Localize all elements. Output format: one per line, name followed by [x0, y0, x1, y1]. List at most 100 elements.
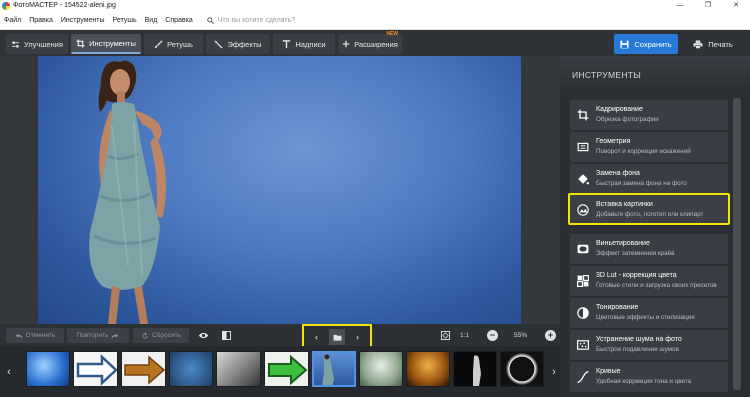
arrow-clipart [76, 354, 117, 386]
zoom-in-button[interactable]: + [545, 330, 556, 341]
tool-description: Быстрая замена фона на фото [596, 180, 687, 187]
preview-toggle-button[interactable] [196, 328, 211, 343]
redo-label: Повторить [76, 332, 109, 339]
thumbnail[interactable] [73, 351, 118, 387]
thumbnail[interactable] [216, 351, 261, 387]
tool-description: Поворот и коррекция искажений [596, 148, 691, 155]
plus-icon [342, 40, 350, 48]
tab-effects[interactable]: Эффекты [206, 34, 270, 54]
geometry-icon [576, 140, 590, 154]
thumbnail-selected[interactable] [312, 351, 356, 387]
tool-description: Удобная коррекция тона и цвета [596, 378, 692, 385]
print-button[interactable]: Печать [680, 34, 746, 54]
vignette-icon [576, 242, 590, 256]
maximize-button[interactable]: ❐ [694, 0, 722, 11]
tool-denoise[interactable]: Устранение шума на фото Быстрое подавлен… [570, 330, 728, 360]
save-button[interactable]: Сохранить [614, 34, 678, 54]
toning-icon [576, 306, 590, 320]
search-icon [206, 16, 214, 24]
thumbnail-figure [322, 354, 334, 385]
tab-text[interactable]: Надписи [273, 34, 335, 54]
tool-name: 3D Lut - коррекция цвета [596, 272, 677, 279]
minimize-button[interactable]: — [666, 0, 694, 11]
menu-tools[interactable]: Инструменты [61, 17, 105, 24]
thumbnail[interactable] [26, 351, 70, 387]
crop-icon [76, 38, 85, 48]
reset-icon [142, 331, 148, 338]
eye-icon [198, 332, 209, 339]
tool-curves[interactable]: Кривые Удобная коррекция тона и цвета [570, 362, 728, 392]
sliders-icon [11, 40, 20, 48]
tab-retouch[interactable]: Ретушь [144, 34, 203, 54]
tool-name: Кривые [596, 368, 621, 375]
canvas-area[interactable] [0, 56, 560, 324]
paint-bucket-icon [576, 172, 590, 186]
thumbnail[interactable] [121, 351, 166, 387]
arrow-clipart [268, 354, 308, 386]
thumbnail[interactable] [500, 351, 544, 387]
next-photo-button[interactable]: › [350, 329, 366, 345]
thumbnail[interactable] [264, 351, 309, 387]
tool-description: Обрезка фотографии [596, 116, 659, 123]
panel-scrollbar[interactable] [733, 98, 741, 390]
print-label: Печать [708, 39, 733, 49]
thumbnail[interactable] [453, 351, 497, 387]
tool-toning[interactable]: Тонирование Цветовые эффекты и стилизаци… [570, 298, 728, 328]
menu-help[interactable]: Справка [165, 17, 192, 24]
thumbnail[interactable] [359, 351, 403, 387]
crop-icon [576, 108, 590, 122]
zoom-out-button[interactable]: − [487, 330, 498, 341]
window-title: ФотоМАСТЕР - 154522-aleni.jpg [13, 2, 116, 9]
actual-size-button[interactable]: 1:1 [460, 328, 469, 343]
menu-edit[interactable]: Правка [29, 17, 53, 24]
undo-button[interactable]: Отменить [6, 328, 64, 343]
compare-button[interactable] [219, 328, 234, 343]
tool-description: Добавьте фото, логотип или клипарт [596, 211, 704, 218]
tool-background-replace[interactable]: Замена фона Быстрая замена фона на фото [570, 164, 728, 194]
tool-vignette[interactable]: Виньетирование Эффект затемнения краёв [570, 234, 728, 264]
open-folder-button[interactable] [329, 329, 345, 345]
save-label: Сохранить [634, 39, 672, 49]
fit-to-screen-button[interactable] [438, 328, 453, 343]
new-badge: NEW [386, 31, 398, 37]
tool-name: Виньетирование [596, 240, 650, 247]
reset-button[interactable]: Сбросить [133, 328, 189, 343]
tool-geometry[interactable]: Геометрия Поворот и коррекция искажений [570, 132, 728, 162]
tab-label: Расширения [354, 39, 398, 49]
previous-photo-button[interactable]: ‹ [309, 329, 325, 345]
bottom-controls: Отменить Повторить Сбросить ‹ › 1:1 − 55… [0, 324, 560, 350]
command-search[interactable]: Что вы хотите сделать? [206, 16, 295, 24]
menu-view[interactable]: Вид [145, 17, 158, 24]
undo-label: Отменить [25, 332, 56, 339]
redo-button[interactable]: Повторить [67, 328, 129, 343]
text-icon [283, 39, 291, 48]
tool-crop[interactable]: Кадрирование Обрезка фотографии [570, 100, 728, 130]
edited-photo[interactable] [38, 56, 521, 324]
close-button[interactable]: ✕ [722, 0, 750, 11]
thumbnail[interactable] [169, 351, 213, 387]
tab-extensions[interactable]: Расширения NEW [338, 31, 402, 54]
tab-label: Ретушь [167, 39, 193, 49]
compare-icon [222, 331, 231, 340]
tool-name: Замена фона [596, 170, 640, 177]
floppy-disk-icon [620, 39, 629, 49]
menu-bar: Файл Правка Инструменты Ретушь Вид Справ… [0, 11, 750, 30]
tab-tools[interactable]: Инструменты [71, 34, 141, 54]
tool-name: Тонирование [596, 304, 639, 311]
tools-panel: ИНСТРУМЕНТЫ Кадрирование Обрезка фотогра… [560, 56, 750, 397]
filmstrip-prev-button[interactable]: ‹ [2, 346, 16, 397]
tool-insert-image[interactable]: Вставка картинки Добавьте фото, логотип … [568, 193, 730, 225]
insert-image-icon [576, 203, 590, 217]
thumbnail[interactable] [406, 351, 450, 387]
arrow-clipart [124, 355, 165, 385]
tool-description: Готовые стили и загрузка своих пресетов [596, 282, 717, 289]
tool-3d-lut[interactable]: 3D Lut - коррекция цвета Готовые стили и… [570, 266, 728, 296]
menu-retouch[interactable]: Ретушь [113, 17, 137, 24]
menu-file[interactable]: Файл [4, 17, 21, 24]
tab-label: Инструменты [89, 38, 136, 48]
tab-enhancements[interactable]: Улучшения [6, 34, 68, 54]
curves-icon [576, 370, 590, 384]
tool-name: Геометрия [596, 138, 631, 145]
filmstrip-next-button[interactable]: › [548, 346, 560, 397]
fit-screen-icon [441, 331, 450, 340]
